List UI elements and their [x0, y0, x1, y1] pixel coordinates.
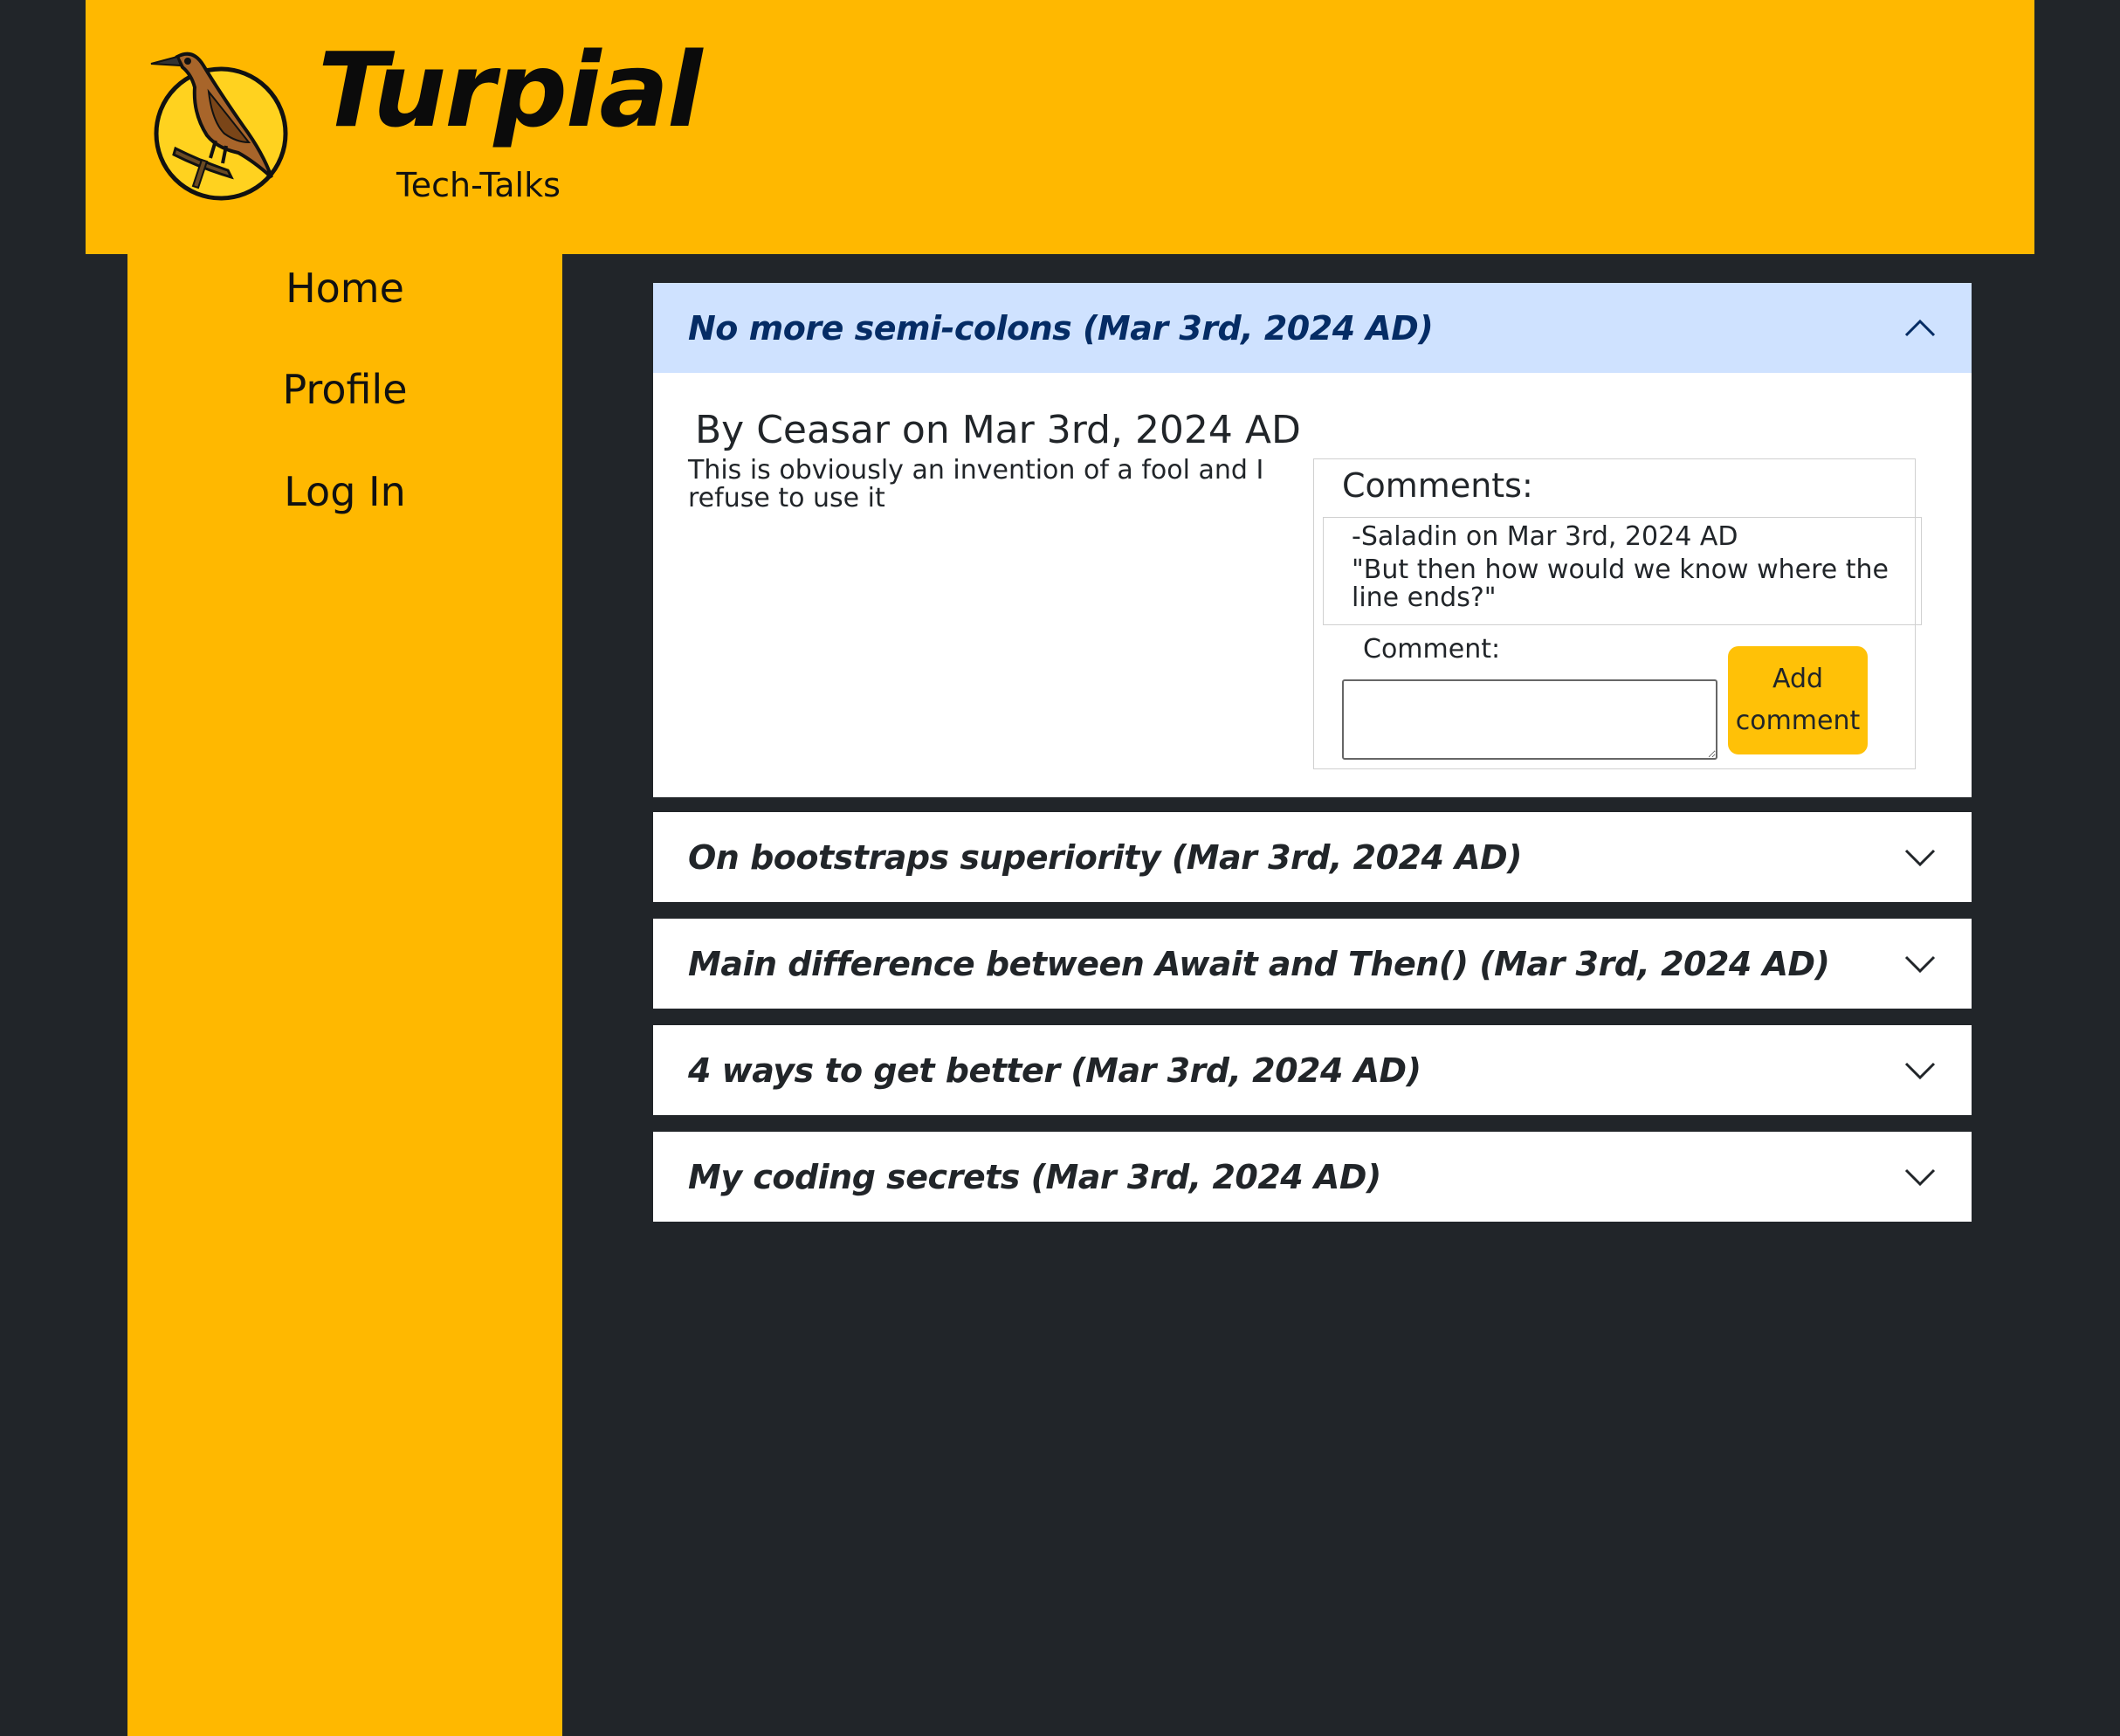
post-accordion-item: No more semi-colons (Mar 3rd, 2024 AD) B… — [653, 283, 1972, 797]
post-accordion-header[interactable]: My coding secrets (Mar 3rd, 2024 AD) — [653, 1132, 1972, 1222]
comments-heading: Comments: — [1342, 466, 1533, 505]
site-subtitle: Tech-Talks — [396, 166, 561, 204]
post-accordion-header[interactable]: On bootstraps superiority (Mar 3rd, 2024… — [653, 812, 1972, 902]
post-title: Main difference between Await and Then()… — [688, 944, 1830, 983]
nav-item-log-in[interactable]: Log In — [127, 468, 562, 515]
site-title: Turpial — [318, 30, 702, 150]
post-byline: By Ceasar on Mar 3rd, 2024 AD — [695, 408, 1301, 452]
comment-item: -Saladin on Mar 3rd, 2024 AD "But then h… — [1323, 517, 1922, 625]
post-accordion-header[interactable]: Main difference between Await and Then()… — [653, 919, 1972, 1009]
post-title: 4 ways to get better (Mar 3rd, 2024 AD) — [688, 1051, 1421, 1090]
post-accordion-item: On bootstraps superiority (Mar 3rd, 2024… — [653, 812, 1972, 902]
post-title: My coding secrets (Mar 3rd, 2024 AD) — [688, 1157, 1381, 1196]
nav-item-home[interactable]: Home — [127, 265, 562, 312]
add-comment-button[interactable]: Add comment — [1728, 646, 1868, 754]
post-title: On bootstraps superiority (Mar 3rd, 2024… — [688, 837, 1522, 877]
post-body-panel: By Ceasar on Mar 3rd, 2024 AD This is ob… — [653, 373, 1972, 797]
post-title: No more semi-colons (Mar 3rd, 2024 AD) — [688, 308, 1434, 348]
chevron-down-icon — [1904, 1168, 1936, 1186]
chevron-down-icon — [1904, 1062, 1936, 1079]
nav-item-profile[interactable]: Profile — [127, 366, 562, 413]
turpial-bird-logo-icon[interactable] — [141, 31, 315, 205]
comments-section: Comments: -Saladin on Mar 3rd, 2024 AD "… — [1313, 458, 1922, 769]
comment-input[interactable] — [1342, 679, 1717, 760]
chevron-up-icon — [1904, 319, 1936, 336]
post-accordion-item: 4 ways to get better (Mar 3rd, 2024 AD) — [653, 1025, 1972, 1115]
sidebar-nav: Home Profile Log In — [127, 254, 562, 1736]
post-accordion-item: Main difference between Await and Then()… — [653, 919, 1972, 1009]
chevron-down-icon — [1904, 849, 1936, 866]
post-accordion-header[interactable]: 4 ways to get better (Mar 3rd, 2024 AD) — [653, 1025, 1972, 1115]
post-accordion-header[interactable]: No more semi-colons (Mar 3rd, 2024 AD) — [653, 283, 1972, 373]
comment-input-label: Comment: — [1363, 634, 1501, 665]
site-header: Turpial Tech-Talks — [86, 0, 2034, 254]
comment-author: -Saladin on Mar 3rd, 2024 AD — [1352, 521, 1738, 552]
comment-text: "But then how would we know where the li… — [1352, 555, 1889, 613]
post-accordion-item: My coding secrets (Mar 3rd, 2024 AD) — [653, 1132, 1972, 1222]
post-content: This is obviously an invention of a fool… — [688, 455, 1264, 513]
chevron-down-icon — [1904, 955, 1936, 973]
